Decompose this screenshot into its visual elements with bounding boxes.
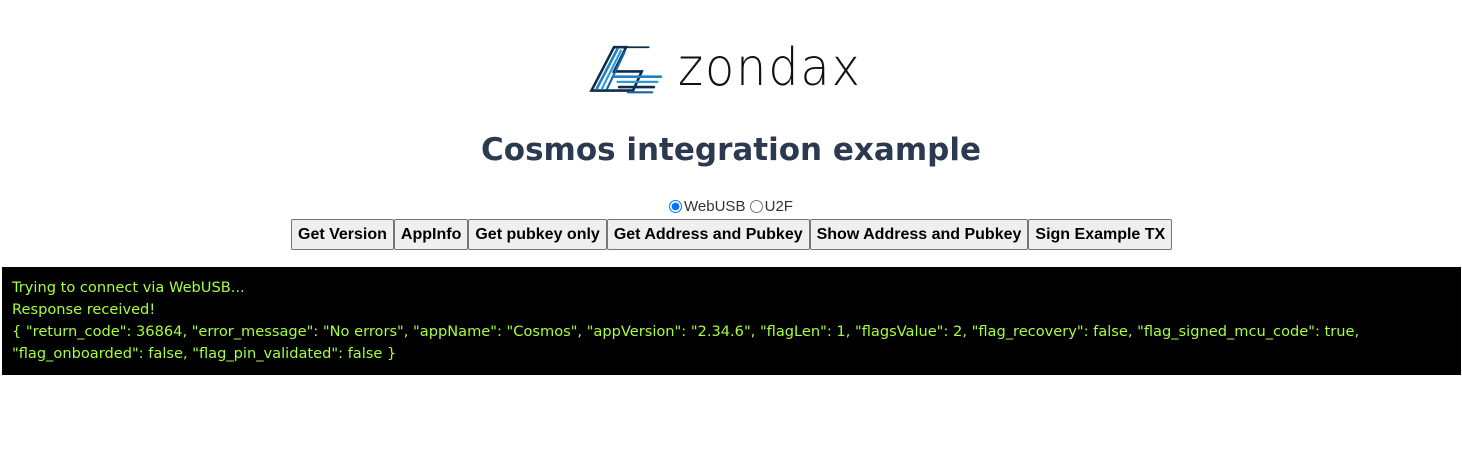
- zondax-logo-icon: [589, 45, 663, 94]
- app-info-button[interactable]: AppInfo: [393, 219, 469, 250]
- logo-wordmark: zondax: [678, 38, 863, 98]
- console-line: Response received!: [12, 301, 156, 318]
- show-address-and-pubkey-button[interactable]: Show Address and Pubkey: [809, 219, 1029, 250]
- page-title: Cosmos integration example: [481, 132, 981, 168]
- transport-selector: WebUSB U2F: [0, 198, 1462, 217]
- get-version-button[interactable]: Get Version: [291, 219, 394, 250]
- output-console: Trying to connect via WebUSB... Response…: [2, 267, 1461, 375]
- sign-example-tx-button[interactable]: Sign Example TX: [1028, 219, 1173, 250]
- webusb-option[interactable]: WebUSB: [669, 198, 745, 215]
- webusb-radio[interactable]: [669, 200, 683, 213]
- u2f-label: U2F: [764, 198, 793, 215]
- console-line: { "return_code": 36864, "error_message":…: [12, 323, 1364, 362]
- console-line: Trying to connect via WebUSB...: [12, 279, 245, 296]
- action-toolbar: Get Version AppInfo Get pubkey only Get …: [291, 219, 1173, 250]
- zondax-logo: zondax: [588, 34, 878, 102]
- u2f-radio[interactable]: [749, 200, 763, 213]
- get-address-and-pubkey-button[interactable]: Get Address and Pubkey: [606, 219, 810, 250]
- get-pubkey-only-button[interactable]: Get pubkey only: [468, 219, 607, 250]
- webusb-label: WebUSB: [684, 198, 746, 215]
- u2f-option[interactable]: U2F: [749, 198, 793, 215]
